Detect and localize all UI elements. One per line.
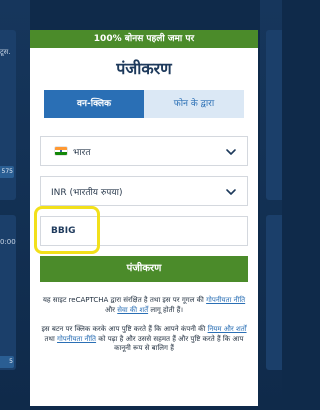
registration-modal: 100% बोनस पहली जमा पर पंजीकरण वन-क्लिक फ… bbox=[30, 30, 258, 406]
recaptcha-note-suffix: लागू होती हैं। bbox=[148, 305, 183, 314]
background-card bbox=[266, 215, 282, 370]
background-text: 0:00 bbox=[0, 238, 16, 246]
privacy-policy-link[interactable]: गोपनीयता नीति bbox=[206, 296, 245, 304]
consent-note-text: इस बटन पर क्लिक करके आप पुष्टि करते हैं … bbox=[41, 325, 206, 333]
india-flag-icon bbox=[55, 147, 67, 155]
bonus-banner: 100% बोनस पहली जमा पर bbox=[30, 30, 258, 48]
currency-select[interactable]: INR (भारतीय रुपया) bbox=[40, 176, 248, 206]
tab-one-click[interactable]: वन-क्लिक bbox=[44, 90, 144, 118]
tab-by-phone[interactable]: फोन के द्वारा bbox=[144, 90, 244, 118]
chevron-down-icon bbox=[226, 149, 236, 155]
privacy-policy-link[interactable]: गोपनीयता नीति bbox=[57, 335, 96, 343]
promo-highlight-outline bbox=[34, 206, 100, 254]
consent-note-mid: तथा bbox=[44, 334, 58, 343]
register-button[interactable]: पंजीकरण bbox=[40, 256, 248, 282]
recaptcha-note-text: यह साइट reCAPTCHA द्वारा संरक्षित है तथा… bbox=[42, 296, 204, 304]
background-odds-chip: 575 bbox=[0, 166, 14, 178]
currency-value: INR (भारतीय रुपया) bbox=[51, 187, 123, 198]
background-odds-chip: 5 bbox=[0, 356, 14, 368]
consent-note: इस बटन पर क्लिक करके आप पुष्टि करते हैं … bbox=[38, 325, 250, 354]
background-text: टूस. bbox=[0, 48, 11, 56]
rules-link[interactable]: नियम और शर्तों bbox=[208, 325, 247, 333]
terms-of-service-link[interactable]: सेवा की शर्तें bbox=[117, 306, 148, 314]
background-card bbox=[266, 30, 282, 200]
recaptcha-note-and: और bbox=[105, 305, 118, 314]
chevron-down-icon bbox=[226, 189, 236, 195]
recaptcha-note: यह साइट reCAPTCHA द्वारा संरक्षित है तथा… bbox=[38, 296, 250, 315]
country-value: भारत bbox=[73, 147, 91, 158]
consent-note-suffix: को पढ़ा है और उससे सहमत हैं और पुष्टि कर… bbox=[96, 334, 244, 353]
modal-title: पंजीकरण bbox=[116, 59, 172, 78]
registration-tabs: वन-क्लिक फोन के द्वारा bbox=[44, 90, 244, 118]
country-select[interactable]: भारत bbox=[40, 136, 248, 166]
